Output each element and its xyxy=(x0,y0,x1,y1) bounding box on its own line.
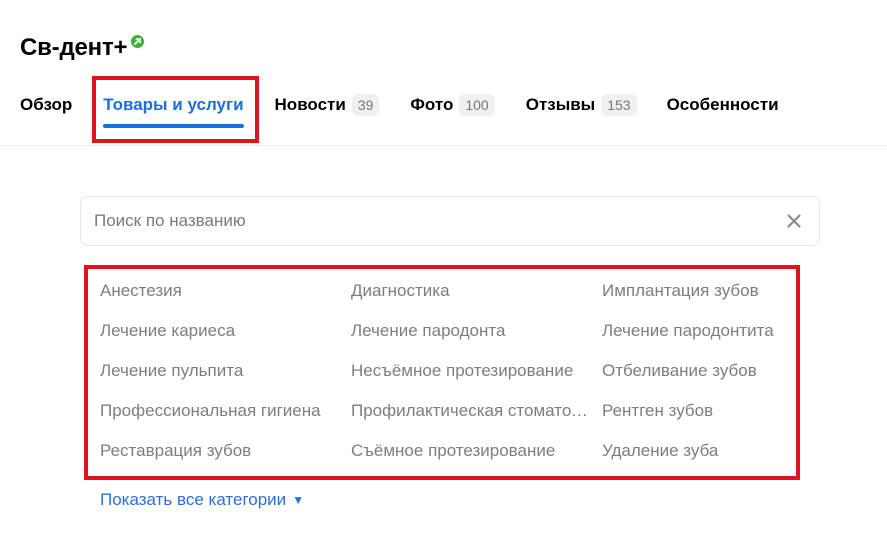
category-item[interactable]: Лечение кариеса xyxy=(100,318,351,358)
count-badge: 39 xyxy=(351,94,380,116)
category-item[interactable]: Лечение пародонтита xyxy=(602,318,802,358)
show-all-label: Показать все категории xyxy=(100,490,287,509)
close-icon[interactable] xyxy=(785,212,803,230)
tab-label: Обзор xyxy=(20,95,73,114)
category-item[interactable]: Лечение пародонта xyxy=(351,318,602,358)
category-item[interactable]: Отбеливание зубов xyxy=(602,358,802,398)
tab-overview[interactable]: Обзор xyxy=(20,92,72,118)
category-item[interactable]: Имплантация зубов xyxy=(602,278,802,318)
verified-badge-icon xyxy=(131,34,145,48)
tab-news[interactable]: Новости 39 xyxy=(275,92,380,118)
category-item[interactable]: Реставрация зубов xyxy=(100,438,351,478)
show-all-categories-link[interactable]: Показать все категории ▼ xyxy=(100,490,304,510)
category-list: Анестезия Диагностика Имплантация зубов … xyxy=(100,278,802,478)
count-badge: 100 xyxy=(459,94,495,116)
category-item[interactable]: Лечение пульпита xyxy=(100,358,351,398)
tab-photo[interactable]: Фото 100 xyxy=(410,92,495,118)
count-badge: 153 xyxy=(601,94,637,116)
divider xyxy=(0,145,887,146)
category-item[interactable]: Анестезия xyxy=(100,278,351,318)
search-placeholder: Поиск по названию xyxy=(94,211,246,230)
tab-label: Особенности xyxy=(666,95,779,114)
page-title: Св-дент+ xyxy=(20,34,128,61)
tab-features[interactable]: Особенности xyxy=(667,92,779,118)
category-item[interactable]: Рентген зубов xyxy=(602,398,802,438)
tab-label: Фото xyxy=(410,95,454,114)
category-item[interactable]: Профилактическая стоматология xyxy=(351,398,602,438)
highlight-box-tab xyxy=(92,76,259,143)
triangle-down-icon: ▼ xyxy=(292,493,305,507)
category-item[interactable]: Съёмное протезирование xyxy=(351,438,602,478)
tab-reviews[interactable]: Отзывы 153 xyxy=(526,92,637,118)
tab-label: Отзывы xyxy=(525,95,596,114)
tab-label: Новости xyxy=(274,95,346,114)
header: Св-дент+ xyxy=(20,34,145,62)
category-item[interactable]: Профессиональная гигиена xyxy=(100,398,351,438)
category-item[interactable]: Диагностика xyxy=(351,278,602,318)
category-item[interactable]: Несъёмное протезирование xyxy=(351,358,602,398)
category-item[interactable]: Удаление зуба xyxy=(602,438,802,478)
search-input[interactable]: Поиск по названию xyxy=(80,196,820,246)
